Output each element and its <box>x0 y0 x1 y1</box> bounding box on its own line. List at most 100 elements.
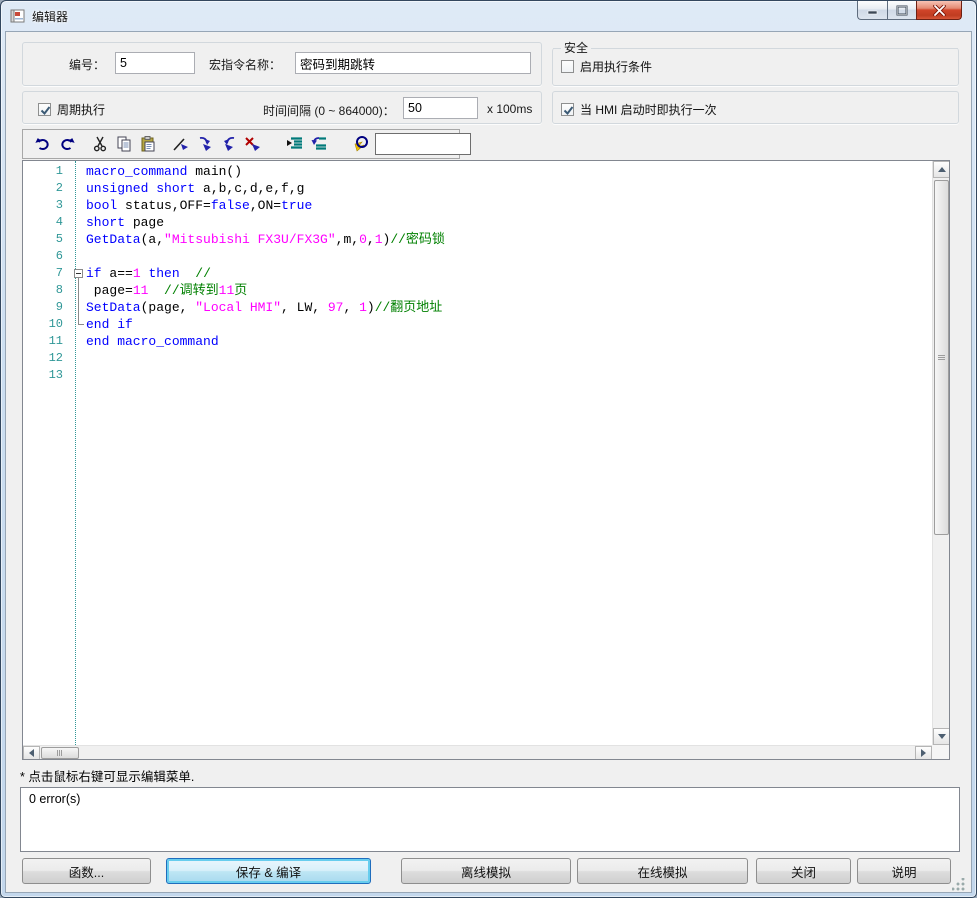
code-text: macro_command main() <box>86 163 242 180</box>
find-input[interactable] <box>375 133 471 155</box>
line-number: 12 <box>23 350 71 367</box>
cut-icon[interactable] <box>88 132 112 156</box>
fold-margin <box>71 265 86 282</box>
code-line[interactable]: 13 <box>23 367 932 384</box>
line-number: 4 <box>23 214 71 231</box>
titlebar[interactable]: 编辑器 <box>1 1 976 31</box>
code-line[interactable]: 8 page=11 //调转到11页 <box>23 282 932 299</box>
fold-margin <box>71 197 86 214</box>
code-line[interactable]: 2 unsigned short a,b,c,d,e,f,g <box>23 180 932 197</box>
run-on-startup-checkbox[interactable] <box>561 103 574 116</box>
run-on-startup-label: 当 HMI 启动时即执行一次 <box>580 101 717 118</box>
security-group-label: 安全 <box>561 39 591 56</box>
window-title: 编辑器 <box>32 8 68 25</box>
save-compile-button[interactable]: 保存 & 编译 <box>166 858 371 884</box>
fold-margin <box>71 163 86 180</box>
maximize-button[interactable] <box>887 1 916 20</box>
vertical-scroll-thumb[interactable] <box>934 180 949 535</box>
line-number: 2 <box>23 180 71 197</box>
code-line[interactable]: 7 if a==1 then // <box>23 265 932 282</box>
fold-margin <box>71 299 86 316</box>
line-number: 3 <box>23 197 71 214</box>
code-line[interactable]: 11end macro_command <box>23 333 932 350</box>
code-line[interactable]: 5GetData(a,"Mitsubishi FX3U/FX3G",m,0,1)… <box>23 231 932 248</box>
fold-margin <box>71 180 86 197</box>
prev-bookmark-icon[interactable] <box>217 132 241 156</box>
security-groupbox: 安全 启用执行条件 <box>552 48 959 86</box>
code-lines: 1 macro_command main() 2 unsigned short a,b… <box>23 163 932 384</box>
offline-simulation-button[interactable]: 离线模拟 <box>401 858 571 884</box>
window-controls <box>857 1 962 20</box>
minimize-button[interactable] <box>857 1 887 20</box>
fold-margin <box>71 350 86 367</box>
line-number: 9 <box>23 299 71 316</box>
horizontal-scroll-thumb[interactable] <box>41 747 79 759</box>
code-text: short page <box>86 214 164 231</box>
periodic-groupbox: 周期执行 时间间隔 (0 ~ 864000)： x 100ms <box>22 91 542 124</box>
vertical-scrollbar[interactable] <box>932 161 949 745</box>
interval-label: 时间间隔 (0 ~ 864000)： <box>263 102 395 119</box>
fold-margin <box>71 367 86 384</box>
find-icon[interactable] <box>349 132 373 156</box>
code-line[interactable]: 12 <box>23 350 932 367</box>
edit-menu-hint: * 点击鼠标右键可显示编辑菜单. <box>20 766 194 785</box>
interval-input[interactable] <box>403 97 478 119</box>
code-line[interactable]: 4 short page <box>23 214 932 231</box>
code-line[interactable]: 10end if <box>23 316 932 333</box>
code-line[interactable]: 6 <box>23 248 932 265</box>
editor-toolbar <box>22 129 460 159</box>
line-number: 6 <box>23 248 71 265</box>
next-bookmark-icon[interactable] <box>193 132 217 156</box>
line-number: 1 <box>23 163 71 180</box>
enable-condition-label: 启用执行条件 <box>580 58 652 75</box>
code-line[interactable]: 1 macro_command main() <box>23 163 932 180</box>
fold-margin <box>71 231 86 248</box>
startup-groupbox: 当 HMI 启动时即执行一次 <box>552 91 959 124</box>
enable-condition-checkbox[interactable] <box>561 60 574 73</box>
periodic-label: 周期执行 <box>57 101 105 118</box>
scroll-left-button[interactable] <box>23 746 40 760</box>
copy-icon[interactable] <box>112 132 136 156</box>
macro-id-input[interactable] <box>115 52 195 74</box>
code-line[interactable]: 3bool status,OFF=false,ON=true <box>23 197 932 214</box>
interval-unit-label: x 100ms <box>487 102 532 116</box>
id-name-groupbox: 编号： 宏指令名称： <box>22 42 542 86</box>
fold-margin <box>71 214 86 231</box>
dialog-content: 编号： 宏指令名称： 安全 启用执行条件 周期执行 时 <box>5 31 972 893</box>
clear-bookmarks-icon[interactable] <box>241 132 265 156</box>
indent-icon[interactable] <box>283 132 307 156</box>
fold-marker[interactable] <box>74 269 83 278</box>
startup-row: 当 HMI 启动时即执行一次 <box>561 101 717 118</box>
scroll-up-button[interactable] <box>933 161 950 178</box>
code-text: SetData(page, "Local HMI", LW, 97, 1)//翻… <box>86 299 442 316</box>
code-editor[interactable]: 1 macro_command main() 2 unsigned short a,b… <box>22 160 950 760</box>
compiler-output[interactable]: 0 error(s) <box>20 787 960 852</box>
fold-margin <box>71 333 86 350</box>
functions-button[interactable]: 函数... <box>22 858 151 884</box>
line-number: 10 <box>23 316 71 333</box>
scrollbar-corner <box>932 745 949 759</box>
periodic-checkbox[interactable] <box>38 103 51 116</box>
fold-margin <box>71 248 86 265</box>
code-text: unsigned short a,b,c,d,e,f,g <box>86 180 304 197</box>
outdent-icon[interactable] <box>307 132 331 156</box>
close-dialog-button[interactable]: 关闭 <box>756 858 851 884</box>
id-label: 编号： <box>69 56 105 73</box>
redo-icon[interactable] <box>55 132 79 156</box>
horizontal-scrollbar[interactable] <box>23 745 932 759</box>
code-line[interactable]: 9 SetData(page, "Local HMI", LW, 97, 1)//… <box>23 299 932 316</box>
undo-icon[interactable] <box>31 132 55 156</box>
code-text: page=11 //调转到11页 <box>86 282 247 299</box>
line-number: 7 <box>23 265 71 282</box>
online-simulation-button[interactable]: 在线模拟 <box>577 858 748 884</box>
close-button[interactable] <box>916 1 962 20</box>
code-text: if a==1 then // <box>86 265 211 282</box>
macro-name-label: 宏指令名称： <box>209 56 281 73</box>
scroll-down-button[interactable] <box>933 728 950 745</box>
help-button[interactable]: 说明 <box>857 858 951 884</box>
macro-name-input[interactable] <box>295 52 531 74</box>
paste-icon[interactable] <box>136 132 160 156</box>
toggle-bookmark-icon[interactable] <box>169 132 193 156</box>
resize-grip[interactable] <box>952 878 965 891</box>
scroll-right-button[interactable] <box>915 746 932 760</box>
